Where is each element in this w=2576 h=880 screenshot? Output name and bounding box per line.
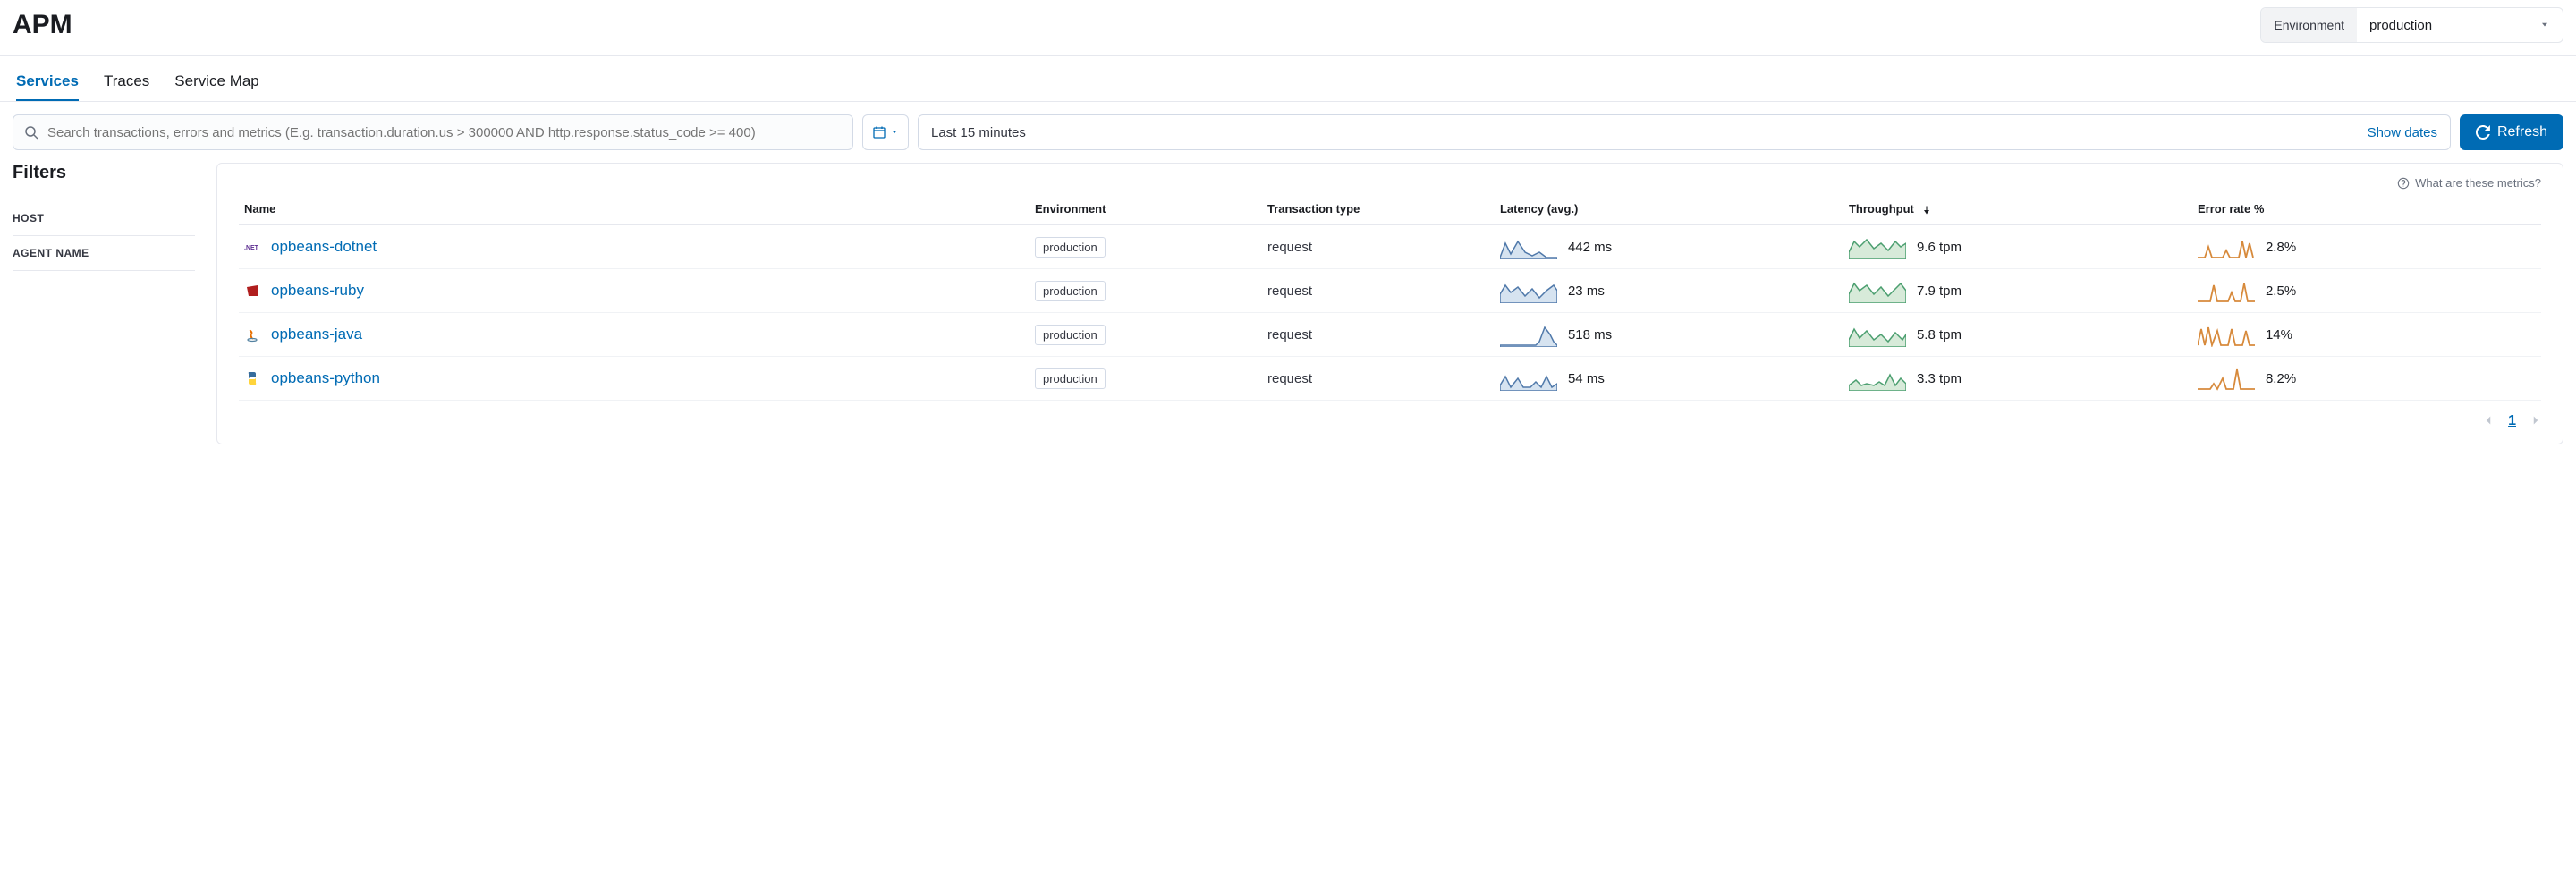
service-link[interactable]: opbeans-java — [271, 326, 362, 343]
show-dates-link[interactable]: Show dates — [2368, 125, 2437, 140]
page-prev[interactable] — [2483, 414, 2494, 428]
error-rate-sparkline — [2198, 278, 2255, 303]
col-transaction-type[interactable]: Transaction type — [1262, 193, 1495, 225]
col-environment[interactable]: Environment — [1030, 193, 1262, 225]
latency-sparkline — [1500, 234, 1557, 259]
throughput-sparkline — [1849, 234, 1906, 259]
page-title: APM — [13, 10, 72, 40]
chevron-down-icon — [890, 128, 899, 137]
error-rate-value: 2.8% — [2266, 240, 2296, 255]
tab-traces[interactable]: Traces — [104, 72, 149, 101]
page-current[interactable]: 1 — [2508, 413, 2516, 429]
throughput-sparkline — [1849, 278, 1906, 303]
latency-value: 54 ms — [1568, 371, 1605, 386]
refresh-icon — [2476, 125, 2490, 140]
throughput-sparkline — [1849, 366, 1906, 391]
search-icon — [24, 125, 38, 140]
environment-badge: production — [1035, 368, 1106, 389]
refresh-button[interactable]: Refresh — [2460, 114, 2563, 150]
main-area: Filters HOST AGENT NAME What are these m… — [0, 150, 2576, 457]
chevron-left-icon — [2483, 415, 2494, 426]
table-row: opbeans-java production request 518 ms — [239, 313, 2541, 357]
nav-tabs: Services Traces Service Map — [0, 56, 2576, 101]
python-icon — [244, 370, 260, 386]
page-next[interactable] — [2530, 414, 2541, 428]
col-throughput[interactable]: Throughput — [1843, 193, 2192, 225]
col-latency[interactable]: Latency (avg.) — [1495, 193, 1843, 225]
col-error-rate[interactable]: Error rate % — [2192, 193, 2541, 225]
refresh-label: Refresh — [2497, 124, 2547, 140]
latency-sparkline — [1500, 366, 1557, 391]
environment-badge: production — [1035, 325, 1106, 345]
environment-select[interactable]: production — [2357, 8, 2563, 42]
chevron-down-icon — [2539, 20, 2550, 30]
error-rate-sparkline — [2198, 366, 2255, 391]
service-link[interactable]: opbeans-dotnet — [271, 238, 377, 256]
filter-host[interactable]: HOST — [13, 201, 195, 236]
search-box[interactable] — [13, 114, 853, 150]
latency-value: 518 ms — [1568, 327, 1612, 343]
throughput-value: 9.6 tpm — [1917, 240, 1962, 255]
chevron-right-icon — [2530, 415, 2541, 426]
table-row: .NET opbeans-dotnet production request 4… — [239, 225, 2541, 269]
environment-value: production — [2369, 18, 2432, 33]
throughput-value: 3.3 tpm — [1917, 371, 1962, 386]
services-table: Name Environment Transaction type Latenc… — [239, 193, 2541, 401]
tab-service-map[interactable]: Service Map — [174, 72, 258, 101]
page-header: APM Environment production — [0, 0, 2576, 55]
environment-label: Environment — [2261, 8, 2357, 42]
throughput-sparkline — [1849, 322, 1906, 347]
latency-sparkline — [1500, 322, 1557, 347]
environment-badge: production — [1035, 281, 1106, 301]
col-throughput-label: Throughput — [1849, 202, 1914, 216]
metrics-help-link[interactable]: What are these metrics? — [239, 164, 2541, 193]
svg-text:.NET: .NET — [244, 245, 259, 251]
metrics-help-label: What are these metrics? — [2415, 176, 2541, 190]
question-circle-icon — [2397, 177, 2410, 190]
filters-title: Filters — [13, 163, 195, 183]
error-rate-sparkline — [2198, 234, 2255, 259]
latency-sparkline — [1500, 278, 1557, 303]
service-link[interactable]: opbeans-ruby — [271, 282, 364, 300]
throughput-value: 5.8 tpm — [1917, 327, 1962, 343]
search-input[interactable] — [47, 125, 842, 140]
latency-value: 23 ms — [1568, 283, 1605, 299]
transaction-type: request — [1267, 283, 1312, 299]
date-range-text: Last 15 minutes — [931, 125, 1026, 140]
services-card: What are these metrics? Name Environment… — [216, 163, 2563, 444]
transaction-type: request — [1267, 240, 1312, 255]
java-icon — [244, 326, 260, 343]
date-picker-button[interactable] — [862, 114, 909, 150]
error-rate-value: 8.2% — [2266, 371, 2296, 386]
table-row: opbeans-python production request 54 ms — [239, 357, 2541, 401]
date-range[interactable]: Last 15 minutes Show dates — [918, 114, 2451, 150]
filters-sidebar: Filters HOST AGENT NAME — [13, 163, 195, 271]
environment-picker: Environment production — [2260, 7, 2563, 43]
table-row: opbeans-ruby production request 23 ms — [239, 269, 2541, 313]
error-rate-value: 14% — [2266, 327, 2292, 343]
error-rate-sparkline — [2198, 322, 2255, 347]
transaction-type: request — [1267, 371, 1312, 386]
transaction-type: request — [1267, 327, 1312, 343]
calendar-icon — [872, 125, 886, 140]
sort-desc-icon — [1921, 205, 1932, 216]
tab-services[interactable]: Services — [16, 72, 79, 101]
service-link[interactable]: opbeans-python — [271, 369, 380, 387]
throughput-value: 7.9 tpm — [1917, 283, 1962, 299]
ruby-icon — [244, 283, 260, 299]
environment-badge: production — [1035, 237, 1106, 258]
col-name[interactable]: Name — [239, 193, 1030, 225]
dotnet-icon: .NET — [244, 239, 260, 255]
filter-bar: Last 15 minutes Show dates Refresh — [0, 102, 2576, 150]
filter-agent-name[interactable]: AGENT NAME — [13, 236, 195, 271]
pagination: 1 — [239, 401, 2541, 429]
latency-value: 442 ms — [1568, 240, 1612, 255]
error-rate-value: 2.5% — [2266, 283, 2296, 299]
